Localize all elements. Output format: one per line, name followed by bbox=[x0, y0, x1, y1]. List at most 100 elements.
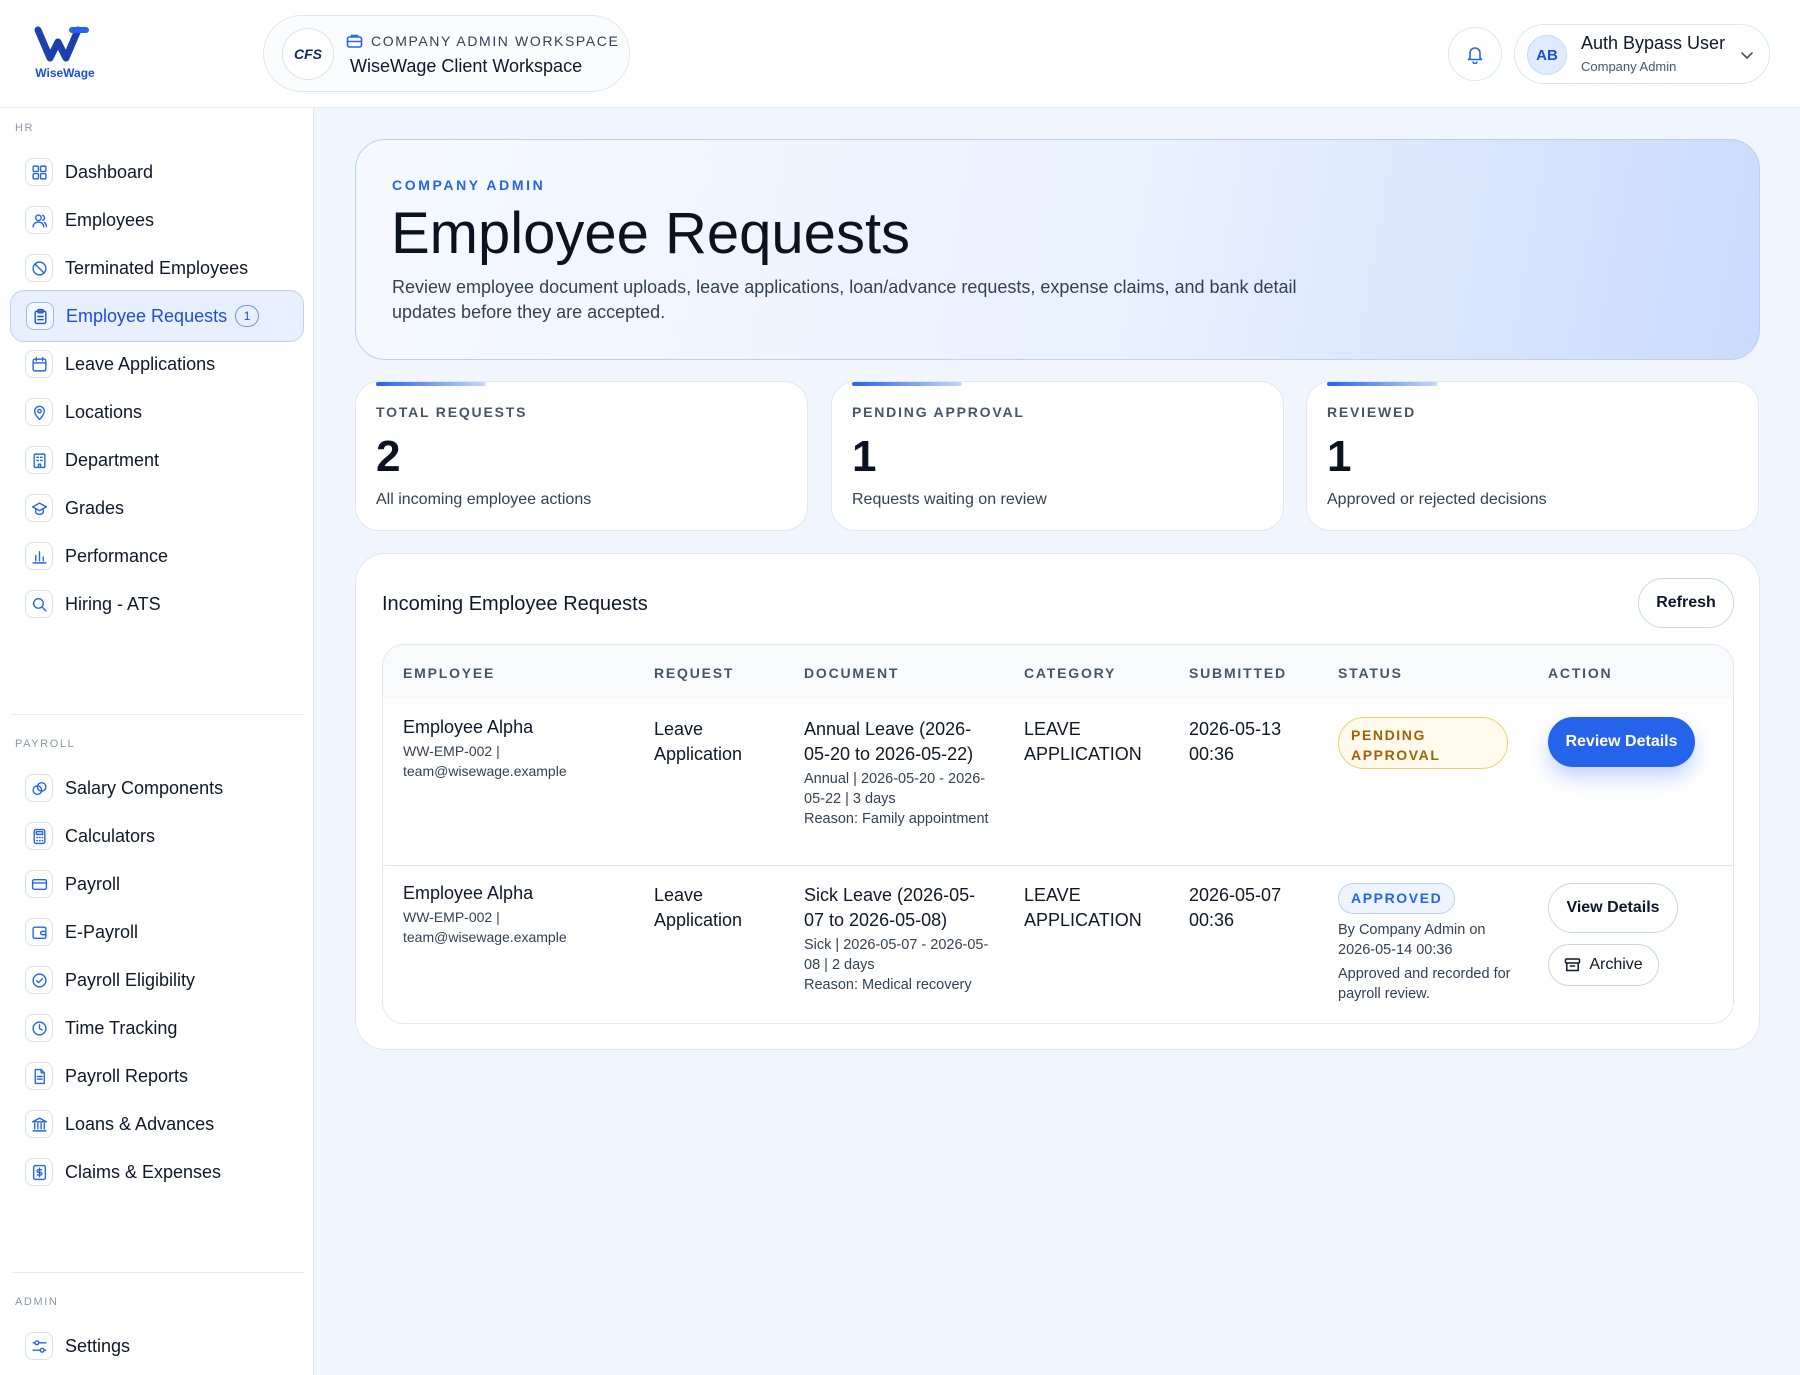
sidebar-item-grades[interactable]: Grades bbox=[10, 482, 304, 534]
search-icon bbox=[25, 590, 53, 618]
employee-meta: WW-EMP-002 | team@wisewage.example bbox=[403, 907, 633, 947]
workspace-eyebrow: COMPANY ADMIN WORKSPACE bbox=[346, 33, 619, 49]
sidebar-item-terminated-employees[interactable]: Terminated Employees bbox=[10, 242, 304, 294]
sidebar-item-label: Grades bbox=[65, 497, 125, 518]
sidebar-item-time-tracking[interactable]: Time Tracking bbox=[10, 1002, 304, 1054]
grid-icon bbox=[25, 158, 53, 186]
count-badge: 1 bbox=[235, 305, 260, 327]
calculator-icon bbox=[25, 822, 53, 850]
coins-icon bbox=[25, 774, 53, 802]
refresh-button[interactable]: Refresh bbox=[1638, 578, 1734, 628]
check-circle-icon bbox=[25, 966, 53, 994]
top-bar: WiseWage CFS COMPANY ADMIN WORKSPACE Wis… bbox=[0, 0, 1800, 108]
employee-cell: Employee Alpha WW-EMP-002 | team@wisewag… bbox=[403, 883, 633, 947]
sidebar-item-label: Calculators bbox=[65, 825, 156, 846]
stat-label: PENDING APPROVAL bbox=[852, 404, 1025, 420]
sidebar-item-payroll[interactable]: Payroll bbox=[10, 858, 304, 910]
document-cell: Sick Leave (2026-05-07 to 2026-05-08) Si… bbox=[804, 883, 989, 995]
employee-meta: WW-EMP-002 | team@wisewage.example bbox=[403, 741, 633, 781]
users-icon bbox=[25, 206, 53, 234]
sliders-icon bbox=[25, 1332, 53, 1360]
workspace-name: WiseWage Client Workspace bbox=[350, 56, 583, 76]
sidebar-item-label: Terminated Employees bbox=[65, 257, 249, 278]
status-badge: APPROVED bbox=[1338, 883, 1456, 914]
bell-icon bbox=[1467, 47, 1483, 64]
sidebar-item-loans-and-advances[interactable]: Loans & Advances bbox=[10, 1098, 304, 1150]
stat-value: 1 bbox=[852, 432, 877, 481]
clock-icon bbox=[25, 1014, 53, 1042]
wisewage-logo-icon bbox=[34, 26, 89, 62]
sidebar-item-label: Time Tracking bbox=[65, 1017, 178, 1038]
user-menu[interactable]: AB Auth Bypass User Company Admin bbox=[1514, 24, 1770, 84]
column-header-document: DOCUMENT bbox=[804, 665, 900, 681]
section-label-payroll: PAYROLL bbox=[15, 738, 76, 750]
document-detail: Sick | 2026-05-07 - 2026-05-08 | 2 days bbox=[804, 937, 989, 973]
sidebar-item-performance[interactable]: Performance bbox=[10, 530, 304, 582]
employee-email: team@wisewage.example bbox=[403, 929, 567, 945]
sidebar-divider bbox=[12, 714, 304, 715]
request-type: Leave Application bbox=[654, 885, 743, 930]
ban-icon bbox=[25, 254, 53, 282]
category: LEAVE APPLICATION bbox=[1024, 885, 1142, 930]
sidebar-item-salary-components[interactable]: Salary Components bbox=[10, 762, 304, 814]
sidebar-item-label: Locations bbox=[65, 401, 143, 422]
sidebar-item-employee-requests[interactable]: Employee Requests 1 bbox=[10, 290, 304, 342]
category: LEAVE APPLICATION bbox=[1024, 719, 1142, 764]
panel-title: Incoming Employee Requests bbox=[382, 593, 648, 615]
stat-value: 1 bbox=[1327, 432, 1352, 481]
notifications-button[interactable] bbox=[1448, 27, 1502, 81]
avatar: AB bbox=[1527, 35, 1567, 75]
workspace-switcher[interactable]: CFS COMPANY ADMIN WORKSPACE WiseWage Cli… bbox=[263, 15, 630, 92]
page-description: Review employee document uploads, leave … bbox=[392, 277, 1297, 322]
requests-table: EMPLOYEE REQUEST DOCUMENT CATEGORY SUBMI… bbox=[382, 644, 1734, 1024]
employee-id: WW-EMP-002 | bbox=[403, 909, 500, 925]
archive-label: Archive bbox=[1589, 956, 1643, 973]
sidebar-item-claims-and-expenses[interactable]: Claims & Expenses bbox=[10, 1146, 304, 1198]
sidebar-item-label: Claims & Expenses bbox=[65, 1161, 222, 1182]
stat-accent-bar bbox=[1327, 382, 1437, 386]
wisewage-logo[interactable]: WiseWage bbox=[28, 24, 102, 84]
user-name: Auth Bypass User bbox=[1581, 33, 1726, 53]
sidebar-item-leave-applications[interactable]: Leave Applications bbox=[10, 338, 304, 390]
receipt-icon bbox=[25, 1158, 53, 1186]
sidebar-item-e-payroll[interactable]: E-Payroll bbox=[10, 906, 304, 958]
map-pin-icon bbox=[25, 398, 53, 426]
stat-label: REVIEWED bbox=[1327, 404, 1417, 420]
employee-name: Employee Alpha bbox=[403, 883, 534, 903]
stat-value: 2 bbox=[376, 432, 401, 481]
sidebar-item-dashboard[interactable]: Dashboard bbox=[10, 146, 304, 198]
logo-text: WiseWage bbox=[35, 66, 95, 80]
table-row: Employee Alpha WW-EMP-002 | team@wisewag… bbox=[383, 865, 1733, 1023]
document-reason: Reason: Medical recovery bbox=[804, 977, 972, 993]
sidebar-item-locations[interactable]: Locations bbox=[10, 386, 304, 438]
client-logo: CFS bbox=[282, 28, 334, 80]
sidebar-item-label: Employee Requests bbox=[66, 305, 228, 326]
credit-card-icon bbox=[25, 870, 53, 898]
sidebar-item-label: E-Payroll bbox=[65, 921, 139, 942]
review-details-button[interactable]: Review Details bbox=[1548, 717, 1695, 767]
stat-card-pending: PENDING APPROVAL 1 Requests waiting on r… bbox=[831, 381, 1284, 531]
view-details-button[interactable]: View Details bbox=[1548, 883, 1678, 933]
sidebar-item-label: Payroll bbox=[65, 873, 121, 894]
request-type: Leave Application bbox=[654, 719, 743, 764]
sidebar-item-employees[interactable]: Employees bbox=[10, 194, 304, 246]
employee-email: team@wisewage.example bbox=[403, 763, 567, 779]
sidebar-item-calculators[interactable]: Calculators bbox=[10, 810, 304, 862]
sidebar-item-payroll-reports[interactable]: Payroll Reports bbox=[10, 1050, 304, 1102]
requests-panel: Incoming Employee Requests Refresh EMPLO… bbox=[355, 553, 1760, 1050]
section-label-admin: ADMIN bbox=[15, 1296, 59, 1308]
column-header-status: STATUS bbox=[1338, 665, 1403, 681]
sidebar-item-department[interactable]: Department bbox=[10, 434, 304, 486]
calendar-icon bbox=[25, 350, 53, 378]
page-header: COMPANY ADMIN Employee Requests Review e… bbox=[355, 139, 1760, 360]
archive-button[interactable]: Archive bbox=[1548, 944, 1659, 986]
sidebar-item-label: Dashboard bbox=[65, 161, 154, 182]
sidebar-item-settings[interactable]: Settings bbox=[10, 1320, 304, 1372]
document-reason: Reason: Family appointment bbox=[804, 811, 989, 827]
chevron-down-icon bbox=[1741, 52, 1753, 60]
stat-accent-bar bbox=[376, 382, 486, 386]
sidebar-item-payroll-eligibility[interactable]: Payroll Eligibility bbox=[10, 954, 304, 1006]
sidebar-item-hiring-ats[interactable]: Hiring - ATS bbox=[10, 578, 304, 630]
sidebar-item-label: Salary Components bbox=[65, 777, 224, 798]
employee-id: WW-EMP-002 | bbox=[403, 743, 500, 759]
